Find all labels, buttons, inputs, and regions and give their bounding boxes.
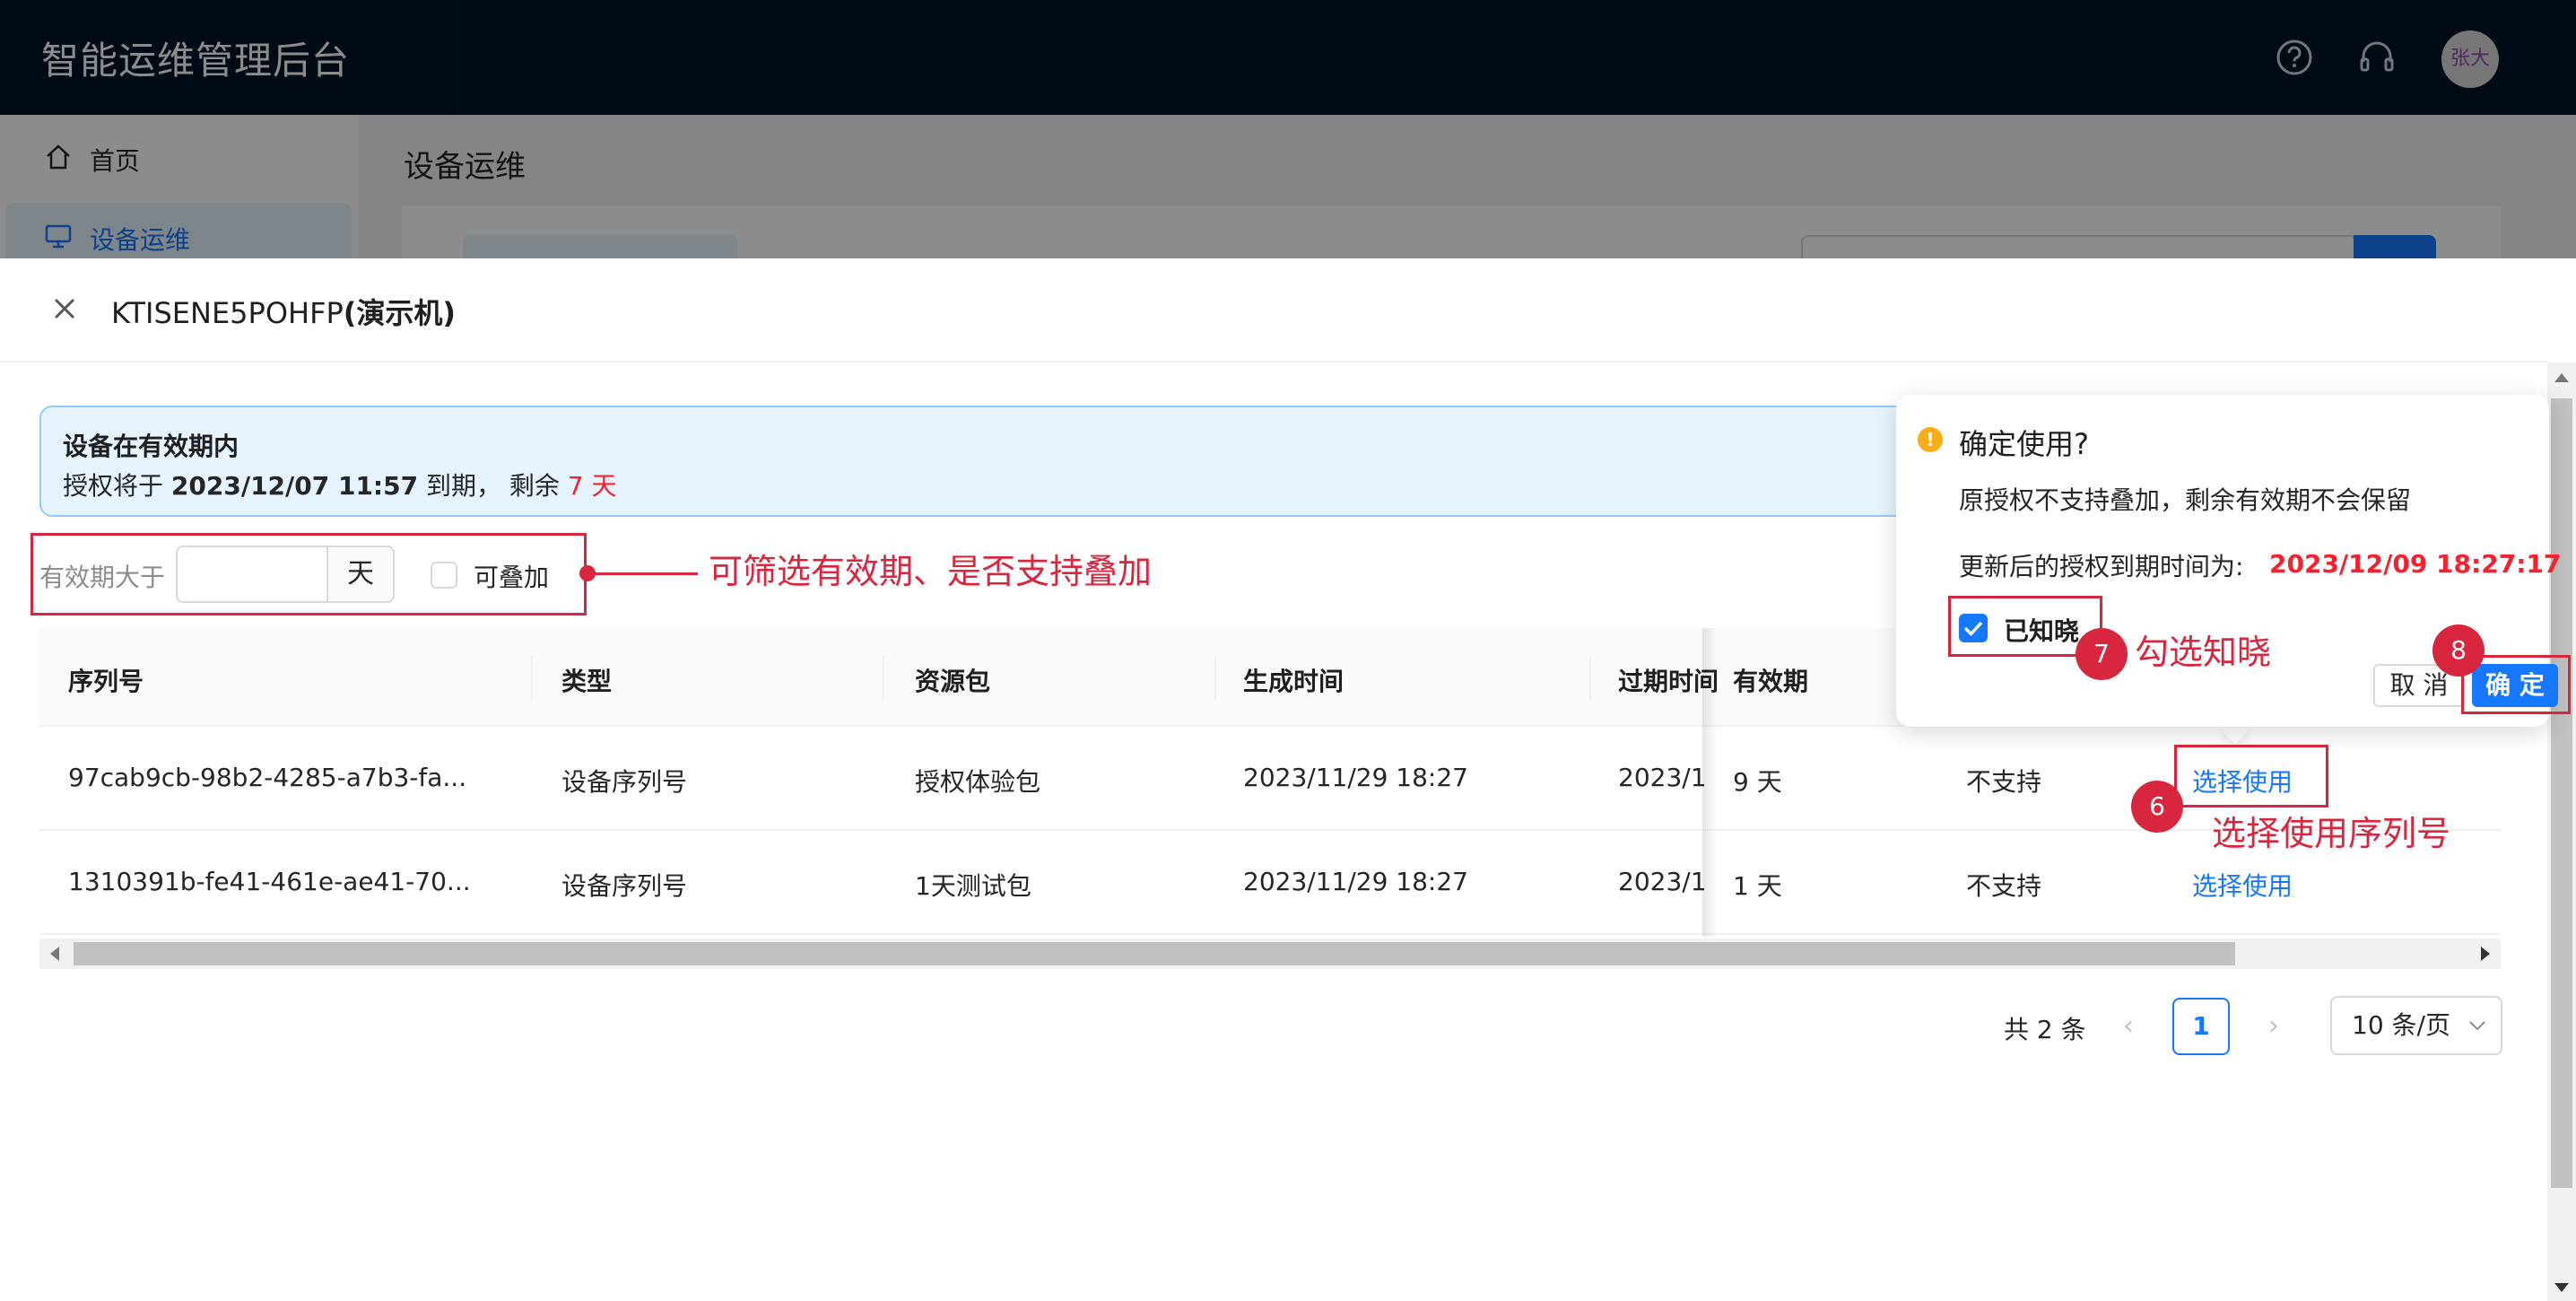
chevron-down-icon xyxy=(2469,1021,2485,1031)
drawer-mask[interactable] xyxy=(0,0,2576,258)
scroll-up-arrow-icon[interactable] xyxy=(2554,373,2569,382)
pagination-next-icon[interactable]: › xyxy=(2260,1010,2287,1046)
annotation-box-select-use xyxy=(2174,745,2328,808)
cell-serial: 1310391b-fe41-461e-ae41-70... xyxy=(68,867,471,896)
alert-text: 授权将于 xyxy=(63,471,171,501)
column-header-package: 资源包 xyxy=(915,667,991,696)
column-header-serial: 序列号 xyxy=(68,667,144,696)
cell-serial: 97cab9cb-98b2-4285-a7b3-fa... xyxy=(68,763,467,792)
alert-description: 授权将于 2023/12/07 11:57 到期， 剩余 7 天 xyxy=(63,467,617,502)
column-divider xyxy=(1214,655,1216,700)
validity-filter-label: 有效期大于 xyxy=(39,563,166,592)
popconfirm-new-expire-time: 2023/12/09 18:27:17 xyxy=(2269,549,2562,579)
cell-expires: 2023/12 xyxy=(1618,763,1708,792)
annotation-filter-note: 可筛选有效期、是否支持叠加 xyxy=(709,552,1153,591)
stackable-checkbox[interactable] xyxy=(431,562,457,589)
drawer-title: KTISENE5POHFP(演示机) xyxy=(111,291,456,332)
annotation-step-6: 6 xyxy=(2131,781,2183,833)
stackable-label[interactable]: 可叠加 xyxy=(474,558,549,594)
device-tag: (演示机) xyxy=(343,296,457,330)
horizontal-scrollbar[interactable] xyxy=(39,939,2501,969)
cell-stackable: 不支持 xyxy=(1966,767,2042,797)
annotation-step-6-text: 选择使用序列号 xyxy=(2212,814,2451,853)
popconfirm-new-expire-label: 更新后的授权到期时间为: xyxy=(1959,552,2244,581)
cell-type: 设备序列号 xyxy=(561,767,688,797)
popconfirm-title: 确定使用? xyxy=(1959,427,2089,461)
table-row: 97cab9cb-98b2-4285-a7b3-fa... 设备序列号 授权体验… xyxy=(39,727,2501,831)
scroll-left-arrow-icon[interactable] xyxy=(50,947,59,961)
column-header-type: 类型 xyxy=(561,667,613,696)
alert-remaining-days: 7 天 xyxy=(567,471,617,501)
days-unit-addon: 天 xyxy=(326,546,395,603)
pagination-prev-icon[interactable]: ‹ xyxy=(2115,1010,2142,1046)
column-header-created: 生成时间 xyxy=(1243,667,1345,696)
cell-package: 1天测试包 xyxy=(915,871,1031,901)
close-icon[interactable] xyxy=(47,291,83,327)
page-size-value: 10 条/页 xyxy=(2352,1010,2450,1040)
drawer-header: KTISENE5POHFP(演示机) xyxy=(0,258,2547,362)
confirm-popover: ! 确定使用? 原授权不支持叠加，剩余有效期不会保留 更新后的授权到期时间为: … xyxy=(1896,395,2561,727)
scroll-down-arrow-icon[interactable] xyxy=(2554,1283,2569,1292)
column-divider xyxy=(1589,655,1591,700)
table-row: 1310391b-fe41-461e-ae41-70... 设备序列号 1天测试… xyxy=(39,831,2501,935)
alert-expire-time: 2023/12/07 11:57 xyxy=(170,471,419,501)
column-divider xyxy=(531,655,533,700)
cell-expires: 2023/11 xyxy=(1618,867,1708,896)
page-size-select[interactable]: 10 条/页 xyxy=(2330,996,2502,1055)
warning-icon: ! xyxy=(1918,427,1943,452)
column-header-validity: 有效期 xyxy=(1733,662,1845,698)
pagination-page-1[interactable]: 1 xyxy=(2172,998,2230,1055)
cell-type: 设备序列号 xyxy=(561,871,688,901)
annotation-leader-line xyxy=(587,572,698,575)
cell-validity: 1 天 xyxy=(1733,871,1782,901)
annotation-leader-dot xyxy=(579,565,596,581)
select-use-link[interactable]: 选择使用 xyxy=(2192,867,2293,903)
cell-created: 2023/11/29 18:27 xyxy=(1243,867,1468,896)
scroll-right-arrow-icon[interactable] xyxy=(2481,947,2490,961)
column-divider xyxy=(883,655,884,700)
cell-package: 授权体验包 xyxy=(915,767,1041,797)
vertical-scrollbar-thumb[interactable] xyxy=(2551,398,2572,1188)
cell-stackable: 不支持 xyxy=(1966,871,2042,901)
alert-text: 到期， 剩余 xyxy=(418,471,568,501)
alert-title: 设备在有效期内 xyxy=(63,432,239,461)
cell-validity: 9 天 xyxy=(1733,767,1782,797)
pagination-total: 共 2 条 xyxy=(2004,1015,2086,1044)
annotation-step-8: 8 xyxy=(2432,624,2485,677)
horizontal-scrollbar-thumb[interactable] xyxy=(74,942,2235,965)
fixed-column-shadow xyxy=(1702,628,1717,937)
annotation-step-7-text: 勾选知晓 xyxy=(2135,633,2272,672)
device-id: KTISENE5POHFP xyxy=(111,296,344,330)
popconfirm-message: 原授权不支持叠加，剩余有效期不会保留 xyxy=(1959,485,2412,515)
vertical-scrollbar[interactable] xyxy=(2547,362,2576,1301)
annotation-step-7: 7 xyxy=(2076,628,2128,680)
validity-days-input[interactable] xyxy=(176,546,328,603)
cell-created: 2023/11/29 18:27 xyxy=(1243,763,1468,792)
